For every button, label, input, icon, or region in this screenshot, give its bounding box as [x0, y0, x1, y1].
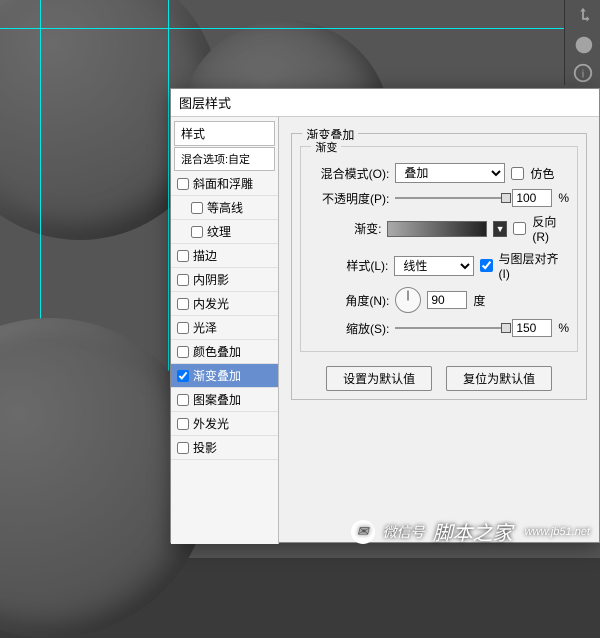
style-select[interactable]: 线性 — [394, 256, 473, 276]
gradient-preview[interactable] — [387, 221, 486, 237]
angle-input[interactable] — [427, 291, 467, 309]
set-default-button[interactable]: 设置为默认值 — [326, 366, 432, 391]
style-checkbox[interactable] — [191, 226, 203, 238]
sidebar-item[interactable]: 等高线 — [171, 196, 278, 220]
style-checkbox[interactable] — [177, 178, 189, 190]
inner-title: 渐变 — [311, 139, 341, 155]
opacity-slider[interactable] — [395, 192, 506, 204]
watermark-prefix: 微信号 — [383, 522, 425, 542]
sidebar-item[interactable]: 渐变叠加 — [171, 364, 278, 388]
blend-mode-select[interactable]: 叠加 — [395, 163, 505, 183]
gradient-overlay-group: 渐变叠加 渐变 混合模式(O): 叠加 仿色 不透明度(P): % — [291, 133, 587, 400]
reverse-checkbox[interactable] — [513, 222, 526, 235]
sidebar-blend-options[interactable]: 混合选项:自定 — [174, 147, 275, 171]
sidebar-item-label: 颜色叠加 — [193, 343, 241, 360]
svg-text:i: i — [581, 69, 583, 81]
sidebar-item-label: 描边 — [193, 247, 217, 264]
degree-label: 度 — [473, 292, 485, 309]
gradient-group: 渐变 混合模式(O): 叠加 仿色 不透明度(P): % 渐变 — [300, 146, 578, 352]
opacity-input[interactable] — [512, 189, 552, 207]
align-checkbox[interactable] — [480, 259, 493, 272]
opacity-label: 不透明度(P): — [309, 190, 389, 207]
sidebar-item-label: 内发光 — [193, 295, 229, 312]
content-panel: 渐变叠加 渐变 混合模式(O): 叠加 仿色 不透明度(P): % — [279, 117, 599, 544]
style-checkbox[interactable] — [177, 250, 189, 262]
dither-checkbox[interactable] — [511, 167, 524, 180]
scale-input[interactable] — [512, 319, 552, 337]
reverse-label: 反向(R) — [532, 213, 569, 244]
history-icon[interactable] — [572, 34, 594, 56]
styles-sidebar: 样式 混合选项:自定 斜面和浮雕等高线纹理描边内阴影内发光光泽颜色叠加渐变叠加图… — [171, 117, 279, 544]
usb-icon[interactable] — [572, 6, 594, 28]
sidebar-item-label: 内阴影 — [193, 271, 229, 288]
info-icon[interactable]: i — [572, 62, 594, 84]
reset-default-button[interactable]: 复位为默认值 — [446, 366, 552, 391]
sidebar-item-label: 纹理 — [207, 223, 231, 240]
style-checkbox[interactable] — [177, 298, 189, 310]
percent-label: % — [558, 191, 569, 205]
sidebar-item[interactable]: 内发光 — [171, 292, 278, 316]
layer-style-dialog: 图层样式 样式 混合选项:自定 斜面和浮雕等高线纹理描边内阴影内发光光泽颜色叠加… — [170, 88, 600, 543]
guide-horizontal — [0, 28, 600, 29]
style-checkbox[interactable] — [177, 274, 189, 286]
style-checkbox[interactable] — [177, 370, 189, 382]
blend-mode-label: 混合模式(O): — [309, 165, 389, 182]
style-checkbox[interactable] — [177, 322, 189, 334]
watermark-main: 脚本之家 — [433, 517, 513, 546]
sidebar-item-label: 斜面和浮雕 — [193, 175, 253, 192]
gradient-label: 渐变: — [309, 220, 381, 237]
align-label: 与图层对齐(I) — [499, 250, 569, 281]
style-checkbox[interactable] — [177, 442, 189, 454]
angle-dial[interactable] — [395, 287, 421, 313]
style-checkbox[interactable] — [177, 346, 189, 358]
scale-label: 缩放(S): — [309, 320, 389, 337]
sidebar-item-label: 等高线 — [207, 199, 243, 216]
sidebar-item-label: 光泽 — [193, 319, 217, 336]
sidebar-item[interactable]: 纹理 — [171, 220, 278, 244]
watermark: ✉ 微信号 脚本之家 www.jb51.net — [351, 517, 590, 546]
dialog-title: 图层样式 — [171, 89, 599, 117]
scale-slider[interactable] — [395, 322, 506, 334]
style-checkbox[interactable] — [191, 202, 203, 214]
sidebar-header[interactable]: 样式 — [174, 121, 275, 146]
guide-vertical — [40, 0, 41, 558]
sidebar-item[interactable]: 颜色叠加 — [171, 340, 278, 364]
percent-label: % — [558, 321, 569, 335]
sidebar-item[interactable]: 光泽 — [171, 316, 278, 340]
sidebar-item-label: 渐变叠加 — [193, 367, 241, 384]
dither-label: 仿色 — [530, 165, 554, 182]
sidebar-item-label: 外发光 — [193, 415, 229, 432]
sidebar-item[interactable]: 内阴影 — [171, 268, 278, 292]
sidebar-item[interactable]: 图案叠加 — [171, 388, 278, 412]
style-label: 样式(L): — [309, 257, 388, 274]
guide-vertical — [168, 0, 169, 558]
sidebar-item-label: 图案叠加 — [193, 391, 241, 408]
gradient-dropdown-icon[interactable]: ▼ — [493, 221, 508, 237]
right-toolbar: i — [564, 0, 600, 85]
sidebar-item[interactable]: 描边 — [171, 244, 278, 268]
sidebar-item-label: 投影 — [193, 439, 217, 456]
sidebar-item[interactable]: 斜面和浮雕 — [171, 172, 278, 196]
style-checkbox[interactable] — [177, 394, 189, 406]
angle-label: 角度(N): — [309, 292, 389, 309]
sidebar-item[interactable]: 外发光 — [171, 412, 278, 436]
watermark-sub: www.jb51.net — [525, 526, 590, 538]
wechat-icon: ✉ — [351, 520, 375, 544]
style-checkbox[interactable] — [177, 418, 189, 430]
sidebar-item[interactable]: 投影 — [171, 436, 278, 460]
